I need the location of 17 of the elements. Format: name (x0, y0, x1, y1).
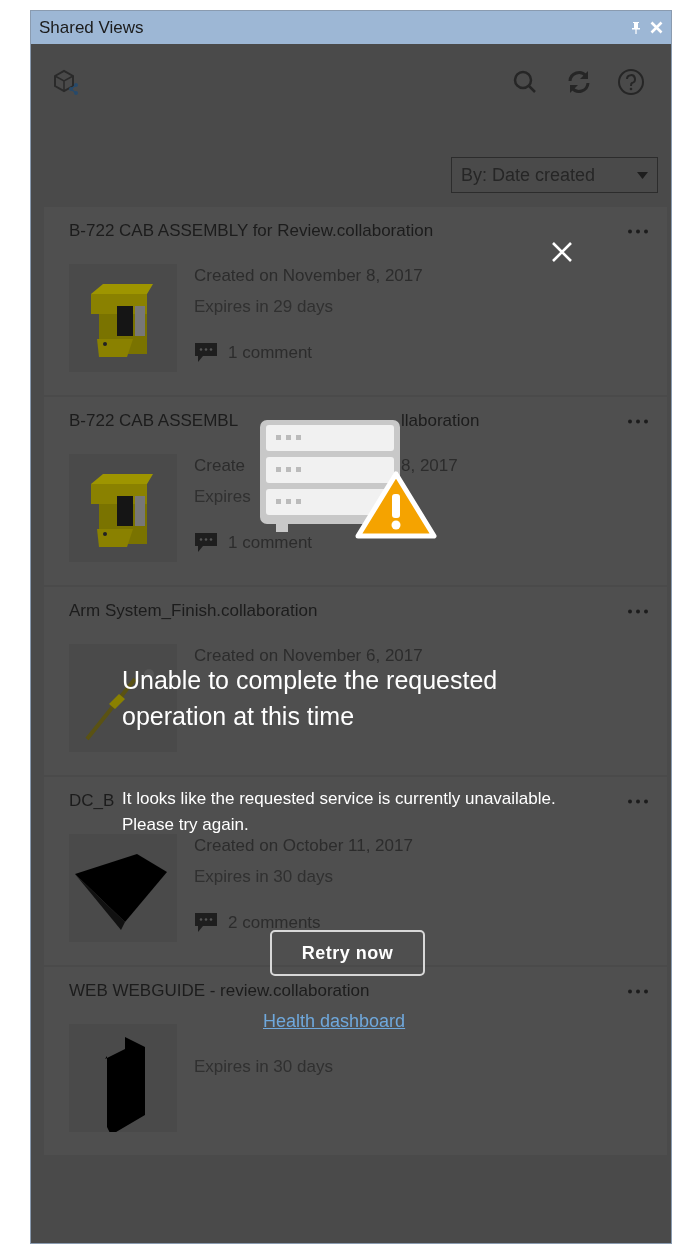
caret-icon (637, 171, 648, 179)
more-icon[interactable] (627, 988, 649, 994)
window-title: Shared Views (39, 16, 145, 39)
pin-icon[interactable] (630, 20, 642, 35)
error-message: It looks like the requested service is currently unavailable. Please try again. (122, 788, 557, 836)
more-icon[interactable] (627, 608, 649, 614)
comment-icon (194, 912, 218, 934)
more-icon[interactable] (627, 228, 649, 234)
health-dashboard-link[interactable]: Health dashboard (263, 1008, 406, 1035)
close-icon[interactable] (650, 21, 663, 34)
error-heading: Unable to complete the requested operation at this time (122, 665, 499, 732)
more-icon[interactable] (627, 798, 649, 804)
help-icon[interactable] (617, 67, 645, 96)
more-icon[interactable] (627, 418, 649, 424)
comment-icon (194, 342, 218, 364)
comment-icon (194, 532, 218, 554)
retry-button[interactable]: Retry now (270, 930, 425, 976)
